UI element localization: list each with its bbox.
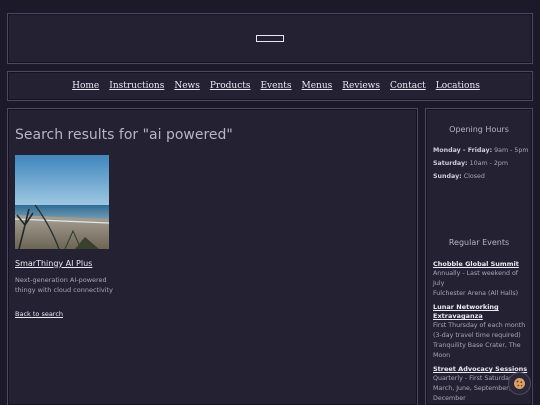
nav-list: Home Instructions News Products Events M… [8, 72, 532, 100]
nav-instructions-link[interactable]: Instructions [109, 81, 164, 91]
hours-day: Saturday: [433, 160, 468, 167]
event-name-link[interactable]: Lunar Networking Extravaganza [433, 303, 531, 321]
back-to-search-link[interactable]: Back to search [15, 310, 63, 318]
hours-time: 10am - 2pm [469, 160, 509, 167]
sidebar: Opening Hours Monday - Friday: 9am - 5pm… [425, 108, 533, 405]
search-results-panel: Search results for "ai powered" SmarThin… [7, 108, 418, 405]
event-schedule: Annually - Last weekend of July [433, 270, 519, 287]
nav-products-link[interactable]: Products [210, 81, 251, 91]
hours-day: Sunday: [433, 173, 462, 180]
page-title: Search results for "ai powered" [15, 127, 233, 143]
product-image[interactable] [15, 155, 109, 249]
hours-row: Sunday: Closed [433, 173, 485, 180]
nav-reviews-link[interactable]: Reviews [342, 81, 380, 91]
product-name-link[interactable]: SmarThingy AI Plus [15, 259, 92, 268]
event-location: Tranquility Base Crater, The Moon [433, 342, 521, 359]
hours-time: 9am - 5pm [494, 147, 529, 154]
cookie-settings-button[interactable] [508, 372, 531, 395]
nav-home-link[interactable]: Home [72, 81, 99, 91]
nav-events-link[interactable]: Events [260, 81, 291, 91]
nav-contact-link[interactable]: Contact [390, 81, 426, 91]
site-logo[interactable] [256, 35, 284, 42]
event-name-link[interactable]: Chobble Global Summit [433, 260, 531, 269]
product-description: Next-generation AI-powered thingy with c… [15, 276, 113, 294]
nav-locations-link[interactable]: Locations [436, 81, 480, 91]
hours-row: Saturday: 10am - 2pm [433, 160, 508, 167]
nav-menus-link[interactable]: Menus [302, 81, 333, 91]
regular-events-heading: Regular Events [448, 238, 510, 247]
event-schedule: First Thursday of each month (3-day trav… [433, 322, 526, 339]
event-item: Lunar Networking Extravaganza First Thur… [433, 303, 531, 361]
cookie-icon [514, 378, 525, 389]
event-item: Chobble Global Summit Annually - Last we… [433, 260, 531, 299]
site-header [7, 13, 533, 64]
hours-day: Monday - Friday: [433, 147, 493, 154]
main-navigation: Home Instructions News Products Events M… [7, 71, 533, 101]
hours-row: Monday - Friday: 9am - 5pm [433, 147, 529, 154]
hours-time: Closed [463, 173, 485, 180]
opening-hours-heading: Opening Hours [449, 125, 509, 134]
event-location: Fulchester Arena (All Halls) [433, 290, 519, 297]
nav-news-link[interactable]: News [174, 81, 200, 91]
